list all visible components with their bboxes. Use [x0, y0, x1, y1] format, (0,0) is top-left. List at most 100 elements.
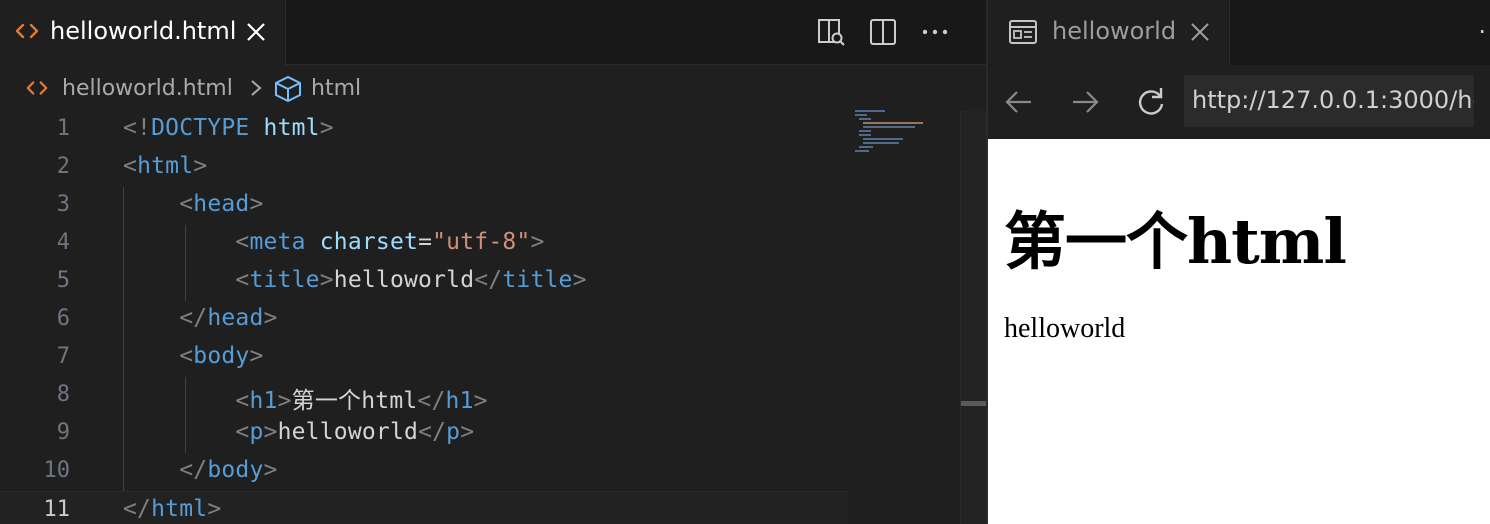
breadcrumb-file[interactable]: helloworld.html	[62, 76, 233, 101]
code-token: >	[530, 229, 545, 255]
breadcrumb-symbol[interactable]: html	[311, 76, 361, 101]
code-line[interactable]: 10 </body>	[0, 453, 848, 491]
code-line[interactable]: 1 <!DOCTYPE html>	[0, 111, 848, 149]
browser-nav-bar: http://127.0.0.1:3000/helloworld.html	[988, 65, 1490, 139]
split-editor-icon[interactable]	[868, 17, 898, 47]
chevron-right-icon	[251, 80, 262, 96]
code-token: helloworld	[277, 419, 419, 445]
code-token: </	[179, 457, 208, 483]
symbol-element-icon	[275, 75, 301, 103]
code-line[interactable]: 11 </html>	[0, 491, 848, 524]
browser-tab-label: helloworld	[1052, 17, 1177, 45]
code-token: <	[235, 419, 250, 445]
code-line[interactable]: 9 <p>helloworld</p>	[0, 415, 848, 453]
editor-scrollbar[interactable]	[960, 111, 986, 524]
line-number: 4	[56, 230, 70, 255]
code-line[interactable]: 7 <body>	[0, 339, 848, 377]
code-token: >	[277, 388, 292, 414]
code-content: <title>helloworld</title>	[123, 267, 587, 293]
html-file-icon	[26, 81, 48, 95]
line-number: 6	[56, 306, 70, 331]
code-content: </head>	[123, 305, 278, 331]
refresh-icon[interactable]	[1134, 85, 1168, 119]
browser-tab-helloworld[interactable]: helloworld	[988, 0, 1230, 65]
code-content: <head>	[123, 191, 264, 217]
code-token: html	[151, 496, 208, 522]
simple-browser: helloworld · http://127.0.0.1:3000/hello…	[986, 0, 1490, 524]
code-token: >	[193, 153, 208, 179]
code-token: >	[319, 267, 334, 293]
code-text-area[interactable]: 1 <!DOCTYPE html> 2 <html> 3 <head> 4 <meta c…	[0, 111, 960, 524]
code-token: <	[123, 153, 138, 179]
code-token: <	[179, 343, 194, 369]
page-heading: 第一个html	[1004, 205, 1347, 278]
line-number: 2	[56, 154, 70, 179]
html-file-icon	[15, 23, 39, 39]
code-content: </html>	[123, 496, 221, 522]
line-number: 10	[43, 458, 71, 483]
code-token: <!	[123, 115, 152, 141]
code-editor: helloworld.html helloworld.html html 1 <…	[0, 0, 986, 524]
url-input[interactable]: http://127.0.0.1:3000/helloworld.html	[1184, 75, 1474, 127]
code-token: <	[235, 388, 250, 414]
code-token: >	[207, 496, 222, 522]
code-line[interactable]: 3 <head>	[0, 187, 848, 225]
code-token: title	[249, 267, 320, 293]
arrow-right-icon[interactable]	[1068, 85, 1102, 119]
code-token: >	[249, 191, 264, 217]
code-token: p	[446, 419, 461, 445]
more-actions-icon[interactable]: ·	[1478, 18, 1486, 46]
code-line[interactable]: 5 <title>helloworld</title>	[0, 263, 848, 301]
code-token: html	[263, 115, 320, 141]
close-icon[interactable]	[1187, 19, 1213, 45]
more-actions-icon[interactable]	[920, 17, 950, 47]
code-token: >	[460, 419, 475, 445]
code-token: >	[319, 115, 334, 141]
line-number: 3	[56, 192, 70, 217]
code-token: =	[418, 229, 433, 255]
code-token: <	[235, 229, 250, 255]
code-line[interactable]: 2 <html>	[0, 149, 848, 187]
code-token: >	[263, 305, 278, 331]
code-token: "utf-8"	[432, 229, 531, 255]
code-line[interactable]: 8 <h1>第一个html</h1>	[0, 377, 848, 415]
code-token: </	[123, 496, 152, 522]
open-preview-icon[interactable]	[816, 17, 846, 47]
code-token: title	[502, 267, 573, 293]
code-token: p	[249, 419, 264, 445]
code-token: body	[193, 343, 250, 369]
code-content: <html>	[123, 153, 207, 179]
code-line[interactable]: 4 <meta charset="utf-8">	[0, 225, 848, 263]
code-token: </	[418, 419, 447, 445]
page-paragraph: helloworld	[1004, 313, 1126, 344]
code-content: <p>helloworld</p>	[123, 419, 474, 445]
code-content: <meta charset="utf-8">	[123, 229, 545, 255]
code-token: h1	[445, 388, 474, 414]
code-token: </	[417, 388, 446, 414]
url-text: http://127.0.0.1:3000/helloworld.html	[1192, 86, 1474, 114]
code-line[interactable]: 6 </head>	[0, 301, 848, 339]
editor-actions	[816, 17, 966, 47]
code-content: </body>	[123, 457, 278, 483]
code-token: meta	[249, 229, 306, 255]
arrow-left-icon[interactable]	[1002, 85, 1036, 119]
editor-tab-label: helloworld.html	[50, 17, 237, 45]
code-content: <body>	[123, 343, 264, 369]
preview-page-icon	[1009, 20, 1037, 44]
code-token: >	[249, 343, 264, 369]
minimap[interactable]	[855, 108, 935, 158]
code-token: 第一个html	[291, 388, 418, 414]
code-token: h1	[249, 388, 278, 414]
close-icon[interactable]	[243, 19, 269, 45]
scrollbar-thumb[interactable]	[961, 401, 986, 406]
editor-tab-helloworld[interactable]: helloworld.html	[0, 0, 286, 65]
page-viewport: 第一个html helloworld	[988, 139, 1490, 524]
